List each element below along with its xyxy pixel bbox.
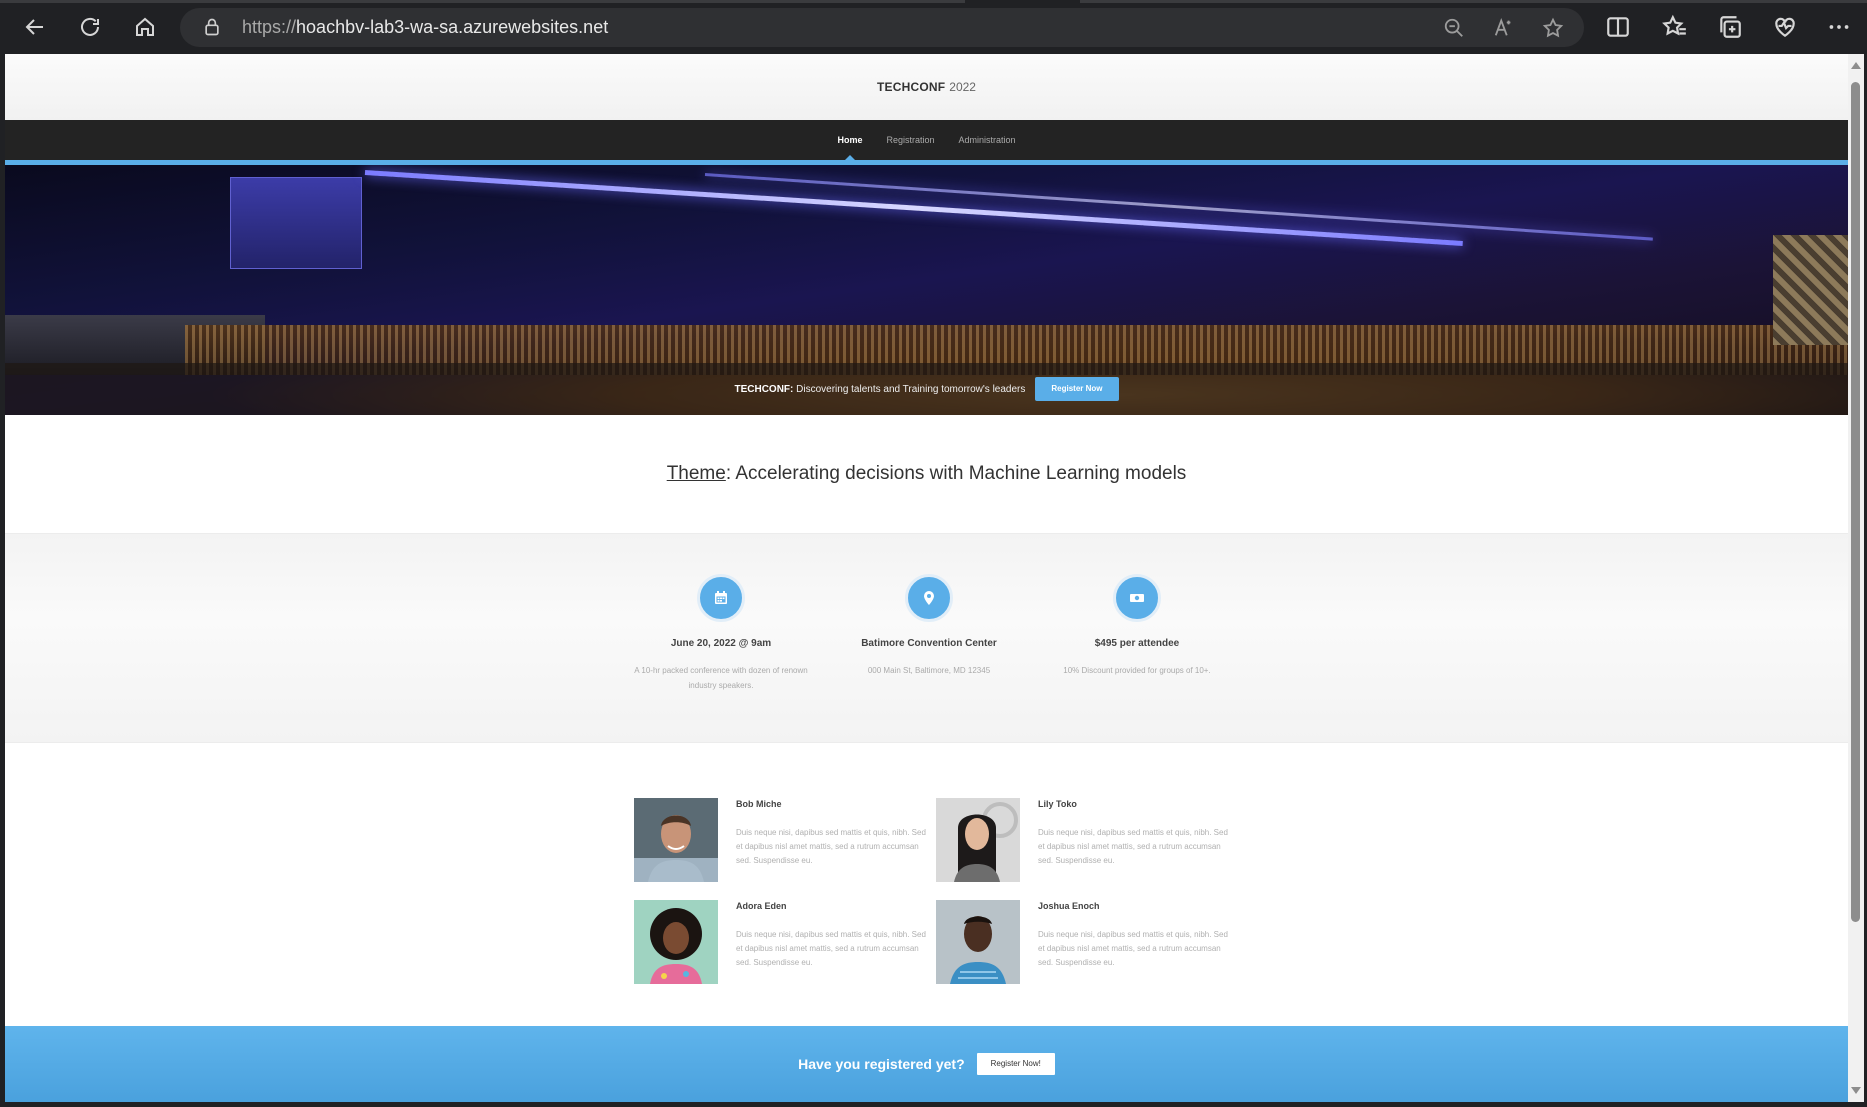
- info-date: June 20, 2022 @ 9am A 10-hr packed confe…: [626, 574, 816, 693]
- speaker-name: Adora Eden: [736, 901, 787, 911]
- collections-icon[interactable]: [1717, 14, 1743, 40]
- speaker-photo: [634, 798, 718, 882]
- refresh-button[interactable]: [72, 9, 108, 45]
- hero-banner: TECHCONF: Discovering talents and Traini…: [5, 165, 1848, 415]
- speaker-card: Adora Eden Duis neque nisi, dapibus sed …: [634, 900, 934, 986]
- speaker-bio: Duis neque nisi, dapibus sed mattis et q…: [736, 828, 926, 865]
- site-brand[interactable]: TECHCONF: [877, 80, 945, 94]
- theme-label: Theme: [666, 463, 726, 484]
- hero-tagline-text: Discovering talents and Training tomorro…: [793, 383, 1026, 395]
- speaker-name: Joshua Enoch: [1038, 901, 1100, 911]
- location-icon-circle: [905, 574, 953, 622]
- url-host: hoachbv-lab3-wa-sa.azurewebsites.net: [296, 17, 609, 37]
- more-menu-icon[interactable]: [1826, 14, 1852, 40]
- split-screen-icon[interactable]: [1605, 14, 1631, 40]
- theme-text: : Accelerating decisions with Machine Le…: [725, 463, 1187, 484]
- info-date-desc: A 10-hr packed conference with dozen of …: [634, 666, 808, 690]
- calendar-icon: [715, 591, 727, 604]
- speaker-photo: [936, 798, 1020, 882]
- tab-strip-edge: [0, 0, 1867, 4]
- registration-cta: Have you registered yet? Register Now!: [5, 1026, 1848, 1102]
- info-price-desc: 10% Discount provided for groups of 10+.: [1063, 666, 1211, 675]
- site-header: TECHCONF 2022: [5, 54, 1848, 120]
- money-icon-circle: [1113, 574, 1161, 622]
- browser-essentials-icon[interactable]: [1772, 14, 1798, 40]
- location-pin-icon: [924, 591, 934, 605]
- nav-home[interactable]: Home: [837, 135, 862, 160]
- address-bar[interactable]: https://hoachbv-lab3-wa-sa.azurewebsites…: [180, 8, 1584, 47]
- scroll-down-arrow-icon[interactable]: [1851, 1087, 1861, 1094]
- favorite-star-icon[interactable]: [1542, 17, 1564, 39]
- read-aloud-icon[interactable]: [1493, 17, 1515, 39]
- url-text[interactable]: https://hoachbv-lab3-wa-sa.azurewebsites…: [242, 17, 608, 38]
- theme-heading: Theme: Accelerating decisions with Machi…: [5, 415, 1848, 533]
- page-scrollbar[interactable]: [1848, 54, 1864, 1102]
- info-location-title: Batimore Convention Center: [861, 638, 997, 649]
- speaker-bio: Duis neque nisi, dapibus sed mattis et q…: [1038, 930, 1228, 967]
- speaker-name: Lily Toko: [1038, 799, 1077, 809]
- speaker-card: Joshua Enoch Duis neque nisi, dapibus se…: [936, 900, 1236, 986]
- money-icon: [1130, 594, 1144, 602]
- hero-tagline: TECHCONF: Discovering talents and Traini…: [734, 384, 1025, 395]
- page-viewport: TECHCONF 2022 Home Registration Administ…: [5, 54, 1848, 1102]
- info-price-title: $495 per attendee: [1094, 638, 1180, 649]
- register-now-button[interactable]: Register Now: [1035, 377, 1119, 401]
- scrollbar-thumb[interactable]: [1851, 82, 1860, 922]
- speaker-bio: Duis neque nisi, dapibus sed mattis et q…: [736, 930, 926, 967]
- main-nav: Home Registration Administration: [5, 120, 1848, 165]
- back-arrow-icon: [25, 19, 43, 35]
- back-button[interactable]: [17, 9, 53, 45]
- light-beam: [364, 170, 1463, 246]
- zoom-out-icon[interactable]: [1443, 17, 1465, 39]
- info-location: Batimore Convention Center 000 Main St, …: [834, 574, 1024, 678]
- browser-toolbar: https://hoachbv-lab3-wa-sa.azurewebsites…: [0, 0, 1867, 54]
- nav-administration[interactable]: Administration: [959, 135, 1016, 145]
- register-now-footer-button[interactable]: Register Now!: [976, 1053, 1055, 1075]
- speaker-photo: [634, 900, 718, 984]
- home-icon: [136, 17, 154, 36]
- info-location-desc: 000 Main St, Baltimore, MD 12345: [867, 666, 991, 675]
- speaker-bio: Duis neque nisi, dapibus sed mattis et q…: [1038, 828, 1228, 865]
- site-year: 2022: [949, 80, 976, 94]
- hero-strip: TECHCONF: Discovering talents and Traini…: [5, 363, 1848, 415]
- speaker-photo: [936, 900, 1020, 984]
- favorites-icon[interactable]: [1662, 14, 1688, 40]
- nav-registration[interactable]: Registration: [886, 135, 934, 145]
- cta-question: Have you registered yet?: [798, 1056, 965, 1072]
- url-protocol: https://: [242, 17, 297, 37]
- info-price: $495 per attendee 10% Discount provided …: [1042, 574, 1232, 678]
- decor-panel-image: [1773, 235, 1848, 345]
- stage-screen-image: [230, 177, 362, 269]
- speaker-name: Bob Miche: [736, 799, 782, 809]
- refresh-icon: [81, 17, 99, 36]
- speaker-card: Lily Toko Duis neque nisi, dapibus sed m…: [936, 798, 1236, 884]
- light-beam: [704, 173, 1653, 241]
- speaker-card: Bob Miche Duis neque nisi, dapibus sed m…: [634, 798, 934, 884]
- event-info: June 20, 2022 @ 9am A 10-hr packed confe…: [5, 533, 1848, 743]
- home-button[interactable]: [127, 9, 163, 45]
- hero-brand: TECHCONF:: [734, 383, 794, 395]
- info-date-title: June 20, 2022 @ 9am: [670, 638, 772, 649]
- lock-icon[interactable]: [202, 17, 222, 37]
- calendar-icon-circle: [697, 574, 745, 622]
- scroll-up-arrow-icon[interactable]: [1851, 62, 1861, 69]
